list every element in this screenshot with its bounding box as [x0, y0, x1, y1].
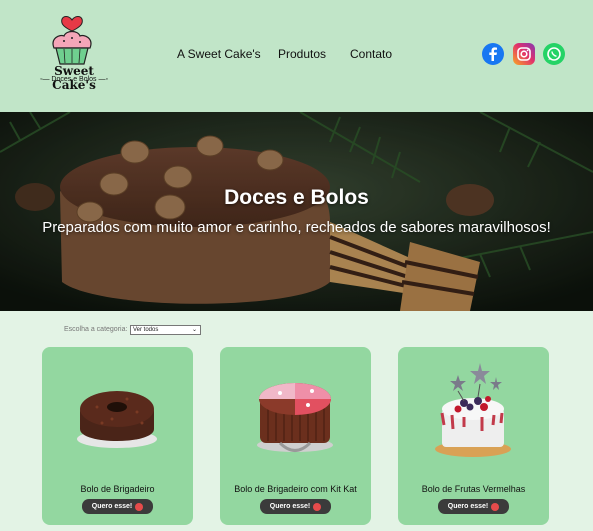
category-filter-label: Escolha a categoria:: [64, 326, 128, 333]
main-nav: A Sweet Cake's Produtos Contato: [0, 47, 593, 65]
heart-face-icon: [135, 502, 144, 511]
hero-subtitle: Preparados com muito amor e carinho, rec…: [42, 219, 551, 236]
instagram-icon[interactable]: [513, 43, 535, 65]
product-name: Bolo de Brigadeiro: [80, 484, 155, 494]
heart-face-icon: [313, 502, 322, 511]
chevron-down-icon: ⌄: [191, 327, 197, 333]
category-select[interactable]: Ver todos ⌄: [130, 325, 201, 335]
hero-title: Doces e Bolos: [224, 186, 369, 209]
want-this-button[interactable]: Quero esse!: [438, 499, 509, 514]
heart-face-icon: [491, 502, 500, 511]
product-image-kitkat: [257, 383, 333, 452]
product-name: Bolo de Brigadeiro com Kit Kat: [234, 484, 357, 494]
product-card: Bolo de Brigadeiro com Kit Kat Quero ess…: [220, 347, 371, 525]
facebook-icon[interactable]: [482, 43, 504, 65]
hero-banner: [0, 112, 593, 311]
cake-photo: [0, 112, 593, 311]
want-this-button[interactable]: Quero esse!: [82, 499, 153, 514]
nav-item-about[interactable]: A Sweet Cake's: [177, 47, 261, 61]
category-select-value: Ver todos: [133, 327, 159, 333]
nav-item-contact[interactable]: Contato: [350, 47, 392, 61]
brand-tagline: ◦— Doces e Bolos —◦: [39, 76, 108, 83]
site-header: Sweet Cake's ◦— Doces e Bolos —◦ A Sweet…: [0, 0, 593, 112]
whatsapp-icon[interactable]: [543, 43, 565, 65]
nav-item-products[interactable]: Produtos: [278, 47, 326, 61]
want-this-button[interactable]: Quero esse!: [260, 499, 331, 514]
product-card: Bolo de Brigadeiro Quero esse!: [42, 347, 193, 525]
product-image-brigadeiro: [77, 391, 157, 448]
product-name: Bolo de Frutas Vermelhas: [421, 484, 526, 494]
product-card: Bolo de Frutas Vermelhas Quero esse!: [398, 347, 549, 525]
product-image-frutas-vermelhas: [435, 363, 511, 457]
